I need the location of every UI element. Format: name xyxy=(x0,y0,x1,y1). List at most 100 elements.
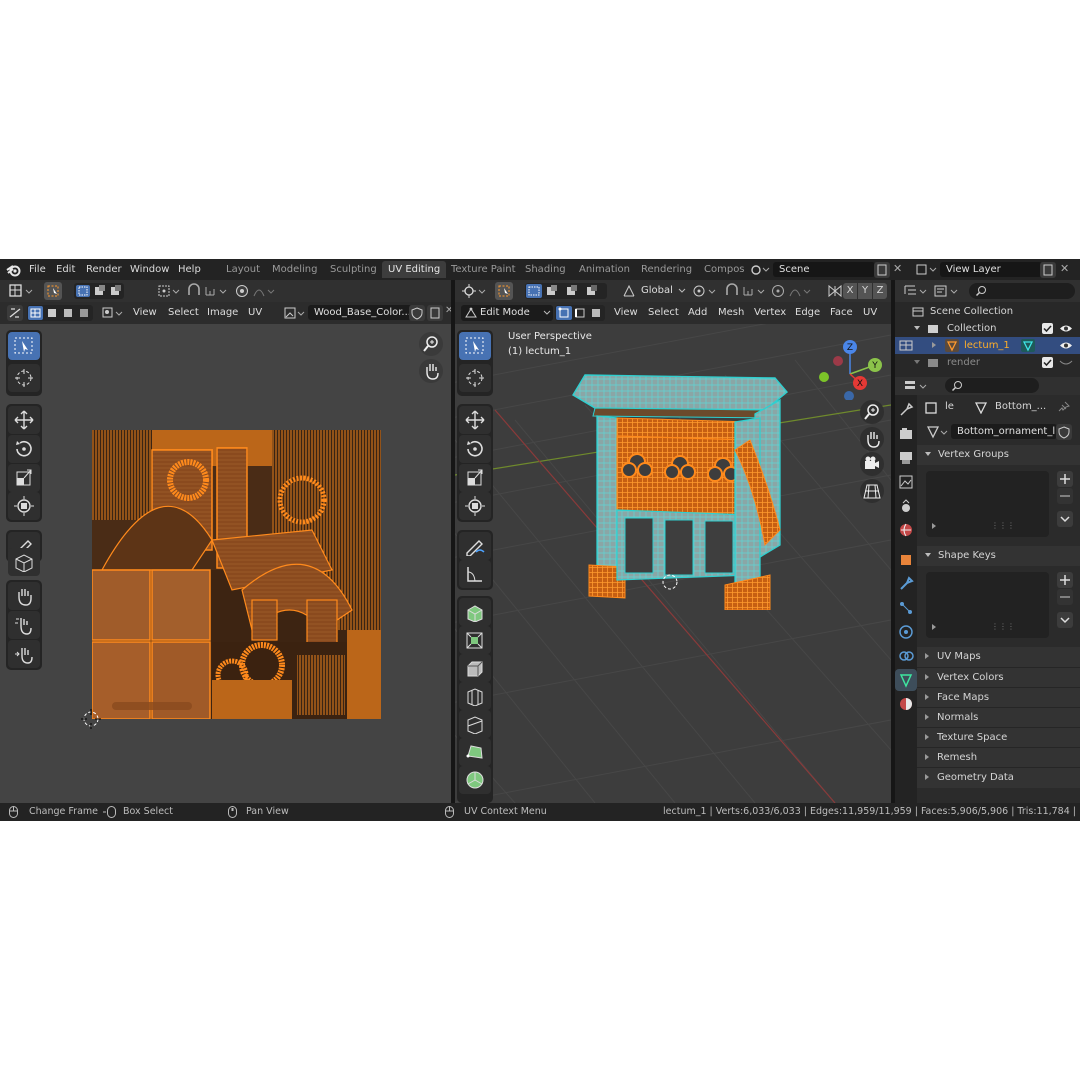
viewport-select-mode-icon[interactable] xyxy=(495,282,513,300)
mesh-name-field[interactable]: Bottom_ornament_l... xyxy=(951,424,1065,439)
tab-compositing[interactable]: Compos xyxy=(698,261,746,278)
select-box-tool[interactable] xyxy=(8,332,40,360)
uv-menu-uv[interactable]: UV xyxy=(248,302,262,324)
mode-dropdown[interactable]: Edit Mode xyxy=(461,305,553,321)
new-scene-icon[interactable] xyxy=(874,262,890,278)
transform-orientation-icon[interactable] xyxy=(621,283,637,299)
view-layer-tab-icon[interactable] xyxy=(895,471,917,493)
image-browse-icon[interactable] xyxy=(283,305,307,321)
mesh-data-icon[interactable] xyxy=(1021,339,1035,352)
menu-edit[interactable]: Edit xyxy=(56,259,75,280)
viewport-proportional-icon[interactable] xyxy=(770,283,814,299)
collection-expand-icon[interactable] xyxy=(914,320,920,337)
pin-icon[interactable] xyxy=(1058,401,1070,413)
panel-shape-keys-header[interactable]: Shape Keys xyxy=(917,546,1080,566)
tool-tab-icon[interactable] xyxy=(895,399,917,421)
scene-name-field[interactable]: Scene xyxy=(773,262,875,277)
scene-selector-icon[interactable] xyxy=(748,262,770,277)
viewport-menu-add[interactable]: Add xyxy=(688,302,707,324)
shape-keys-list[interactable]: ⋮⋮⋮ xyxy=(926,572,1049,638)
uv-cube-tool[interactable] xyxy=(8,548,40,576)
outliner[interactable]: Scene Collection Collection lectum_1 ren… xyxy=(895,280,1080,377)
menu-file[interactable]: File xyxy=(29,259,46,280)
context-object-label[interactable]: le xyxy=(945,401,954,412)
outliner-editor-type-icon[interactable] xyxy=(903,283,929,299)
vertex-groups-list[interactable]: ⋮⋮⋮ xyxy=(926,471,1049,537)
collection-visibility-icon[interactable] xyxy=(1059,323,1073,334)
viewport-menu-select[interactable]: Select xyxy=(648,302,679,324)
properties-editor-type-icon[interactable] xyxy=(903,378,929,394)
mesh-fake-user-icon[interactable] xyxy=(1056,424,1072,440)
object-tab-icon[interactable] xyxy=(895,549,917,571)
viewport-rotate-tool[interactable] xyxy=(459,435,491,463)
tab-modeling[interactable]: Modeling xyxy=(266,261,324,278)
remove-scene-icon[interactable]: ✕ xyxy=(893,262,907,278)
mirror-y-toggle[interactable]: Y xyxy=(858,283,872,299)
context-mesh-label[interactable]: Bottom_... xyxy=(995,401,1046,412)
collection-exclude-checkbox[interactable] xyxy=(1042,323,1053,334)
uv-menu-select[interactable]: Select xyxy=(168,302,199,324)
vertex-group-specials-button[interactable] xyxy=(1057,511,1073,527)
modifier-tab-icon[interactable] xyxy=(895,573,917,595)
view-layer-field[interactable]: View Layer xyxy=(940,262,1042,277)
viewport-menu-view[interactable]: View xyxy=(614,302,638,324)
physics-tab-icon[interactable] xyxy=(895,621,917,643)
particles-tab-icon[interactable] xyxy=(895,597,917,619)
viewport-menu-face[interactable]: Face xyxy=(830,302,853,324)
world-tab-icon[interactable] xyxy=(895,519,917,541)
uv-editor[interactable]: View Select Image UV Wood_Base_Color....… xyxy=(0,280,451,803)
display-mode-icon[interactable] xyxy=(933,283,961,299)
panel-uv-maps[interactable]: UV Maps xyxy=(917,647,1080,667)
material-tab-icon[interactable] xyxy=(895,693,917,715)
properties-search-input[interactable] xyxy=(945,378,1039,393)
render-expand-icon[interactable] xyxy=(914,354,920,371)
viewport-menu-mesh[interactable]: Mesh xyxy=(718,302,744,324)
grab-tool[interactable] xyxy=(8,582,40,610)
viewport-selection-group[interactable] xyxy=(525,283,607,299)
perspective-toggle-icon[interactable] xyxy=(860,479,884,503)
blender-logo-icon[interactable] xyxy=(6,262,22,278)
outliner-row-render[interactable]: render xyxy=(895,354,1080,371)
view-layer-icon[interactable] xyxy=(915,262,939,277)
menu-render[interactable]: Render xyxy=(86,259,122,280)
menu-help[interactable]: Help xyxy=(178,259,201,280)
proportional-edit-icon[interactable] xyxy=(234,283,276,299)
relax-tool[interactable] xyxy=(8,611,40,639)
viewport-transform-tool[interactable] xyxy=(459,492,491,520)
outliner-search-input[interactable] xyxy=(969,283,1075,299)
loop-cut-tool[interactable] xyxy=(459,682,491,710)
viewport-scale-tool[interactable] xyxy=(459,464,491,492)
tab-texture-paint[interactable]: Texture Paint xyxy=(445,261,522,278)
viewport-pan-icon[interactable] xyxy=(860,427,884,451)
viewport-zoom-icon[interactable] xyxy=(860,400,884,424)
uv-select-mode-group[interactable] xyxy=(27,305,93,321)
zoom-view-icon[interactable] xyxy=(419,332,443,356)
viewport-menu-vertex[interactable]: Vertex xyxy=(754,302,786,324)
vertex-group-add-button[interactable] xyxy=(1057,471,1073,487)
move-tool[interactable] xyxy=(8,406,40,434)
panel-vertex-colors[interactable]: Vertex Colors xyxy=(917,667,1080,688)
poly-build-tool[interactable] xyxy=(459,738,491,766)
shape-keys-resize-grip[interactable]: ⋮⋮⋮ xyxy=(991,622,1015,631)
viewport-menu-edge[interactable]: Edge xyxy=(795,302,820,324)
panel-face-maps[interactable]: Face Maps xyxy=(917,687,1080,708)
panel-remesh[interactable]: Remesh xyxy=(917,747,1080,768)
menu-window[interactable]: Window xyxy=(130,259,169,280)
shape-key-remove-button[interactable] xyxy=(1057,589,1073,605)
shape-key-add-button[interactable] xyxy=(1057,572,1073,588)
measure-tool[interactable] xyxy=(459,560,491,588)
tab-sculpting[interactable]: Sculpting xyxy=(324,261,383,278)
outliner-row-lectum[interactable]: lectum_1 xyxy=(895,337,1080,354)
spin-tool[interactable] xyxy=(459,766,491,794)
3d-viewport[interactable]: Global X Y Z Edit Mode View Select Add M… xyxy=(455,280,891,803)
sticky-select-icon[interactable] xyxy=(100,305,126,321)
transform-orientation-dropdown[interactable]: Global xyxy=(641,280,673,302)
outliner-row-collection[interactable]: Collection xyxy=(895,320,1080,337)
tab-animation[interactable]: Animation xyxy=(573,261,636,278)
inset-tool[interactable] xyxy=(459,626,491,654)
viewport-select-box-tool[interactable] xyxy=(459,332,491,360)
viewport-editor-type-icon[interactable] xyxy=(461,283,487,299)
render-tab-icon[interactable] xyxy=(895,423,917,445)
rotate-tool[interactable] xyxy=(8,435,40,463)
render-exclude-checkbox[interactable] xyxy=(1042,357,1053,368)
